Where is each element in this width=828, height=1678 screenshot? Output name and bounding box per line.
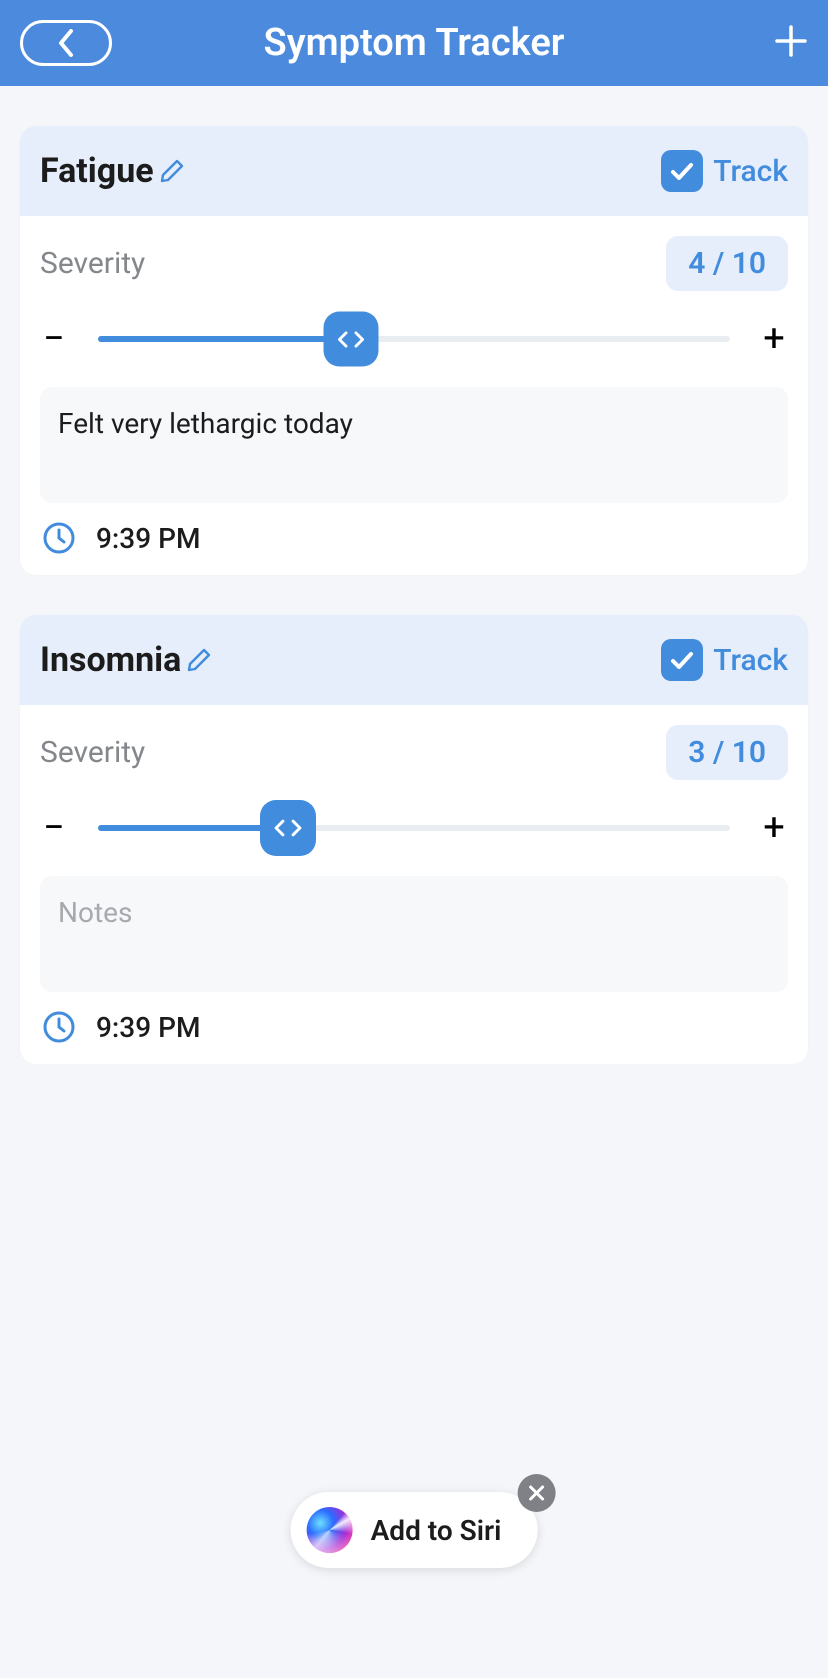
app-header: Symptom Tracker bbox=[0, 0, 828, 86]
symptom-name: Insomnia bbox=[40, 640, 181, 680]
severity-slider-row: − + bbox=[40, 806, 788, 850]
symptom-time: 9:39 PM bbox=[96, 522, 200, 555]
symptom-time: 9:39 PM bbox=[96, 1011, 200, 1044]
severity-slider-thumb[interactable] bbox=[323, 312, 378, 367]
edit-symptom-button[interactable] bbox=[185, 646, 213, 674]
symptom-card: Insomnia Track Severity 3 / 10 − bbox=[20, 615, 808, 1064]
symptom-card: Fatigue Track Severity 4 / 10 − bbox=[20, 126, 808, 575]
severity-row: Severity 3 / 10 bbox=[40, 725, 788, 780]
check-icon bbox=[668, 646, 696, 674]
severity-value-badge: 3 / 10 bbox=[666, 725, 788, 780]
time-row[interactable]: 9:39 PM bbox=[40, 521, 788, 555]
symptom-card-body: Severity 3 / 10 − + 9:39 bbox=[20, 705, 808, 1064]
severity-slider-track[interactable] bbox=[98, 336, 730, 342]
chevron-left-icon bbox=[57, 29, 75, 57]
notes-input[interactable] bbox=[58, 896, 770, 968]
increase-severity-button[interactable]: + bbox=[760, 317, 788, 361]
track-toggle-wrap: Track bbox=[661, 639, 788, 681]
slider-grip-icon bbox=[334, 327, 367, 351]
siri-label: Add to Siri bbox=[371, 1514, 502, 1547]
severity-value-badge: 4 / 10 bbox=[666, 236, 788, 291]
symptom-card-header: Insomnia Track bbox=[20, 615, 808, 705]
severity-slider-row: − + bbox=[40, 317, 788, 361]
decrease-severity-button[interactable]: − bbox=[40, 806, 68, 850]
track-label: Track bbox=[713, 154, 788, 189]
siri-close-button[interactable] bbox=[517, 1474, 555, 1512]
clock-icon bbox=[42, 1010, 76, 1044]
symptom-name: Fatigue bbox=[40, 151, 154, 191]
edit-symptom-button[interactable] bbox=[158, 157, 186, 185]
severity-slider-thumb[interactable] bbox=[260, 800, 316, 856]
severity-slider-track[interactable] bbox=[98, 825, 730, 831]
notes-box: Felt very lethargic today bbox=[40, 387, 788, 503]
severity-label: Severity bbox=[40, 246, 145, 281]
time-row[interactable]: 9:39 PM bbox=[40, 1010, 788, 1044]
page-title: Symptom Tracker bbox=[264, 21, 565, 65]
severity-row: Severity 4 / 10 bbox=[40, 236, 788, 291]
add-to-siri-button[interactable]: Add to Siri bbox=[291, 1492, 538, 1568]
decrease-severity-button[interactable]: − bbox=[40, 317, 68, 361]
track-checkbox[interactable] bbox=[661, 150, 703, 192]
content-area: Fatigue Track Severity 4 / 10 − bbox=[0, 86, 828, 1064]
track-label: Track bbox=[713, 643, 788, 678]
severity-label: Severity bbox=[40, 735, 145, 770]
plus-icon bbox=[774, 24, 808, 58]
symptom-card-body: Severity 4 / 10 − + Felt very lethargic … bbox=[20, 216, 808, 575]
siri-icon bbox=[307, 1507, 353, 1553]
check-icon bbox=[668, 157, 696, 185]
close-icon bbox=[527, 1484, 545, 1502]
pencil-icon bbox=[158, 157, 186, 185]
symptom-title-wrap: Fatigue bbox=[40, 151, 186, 191]
symptom-title-wrap: Insomnia bbox=[40, 640, 213, 680]
slider-grip-icon bbox=[271, 816, 305, 840]
severity-slider-fill bbox=[98, 336, 351, 342]
notes-input[interactable]: Felt very lethargic today bbox=[58, 407, 770, 479]
increase-severity-button[interactable]: + bbox=[760, 806, 788, 850]
track-toggle-wrap: Track bbox=[661, 150, 788, 192]
add-button[interactable] bbox=[774, 24, 808, 62]
back-button[interactable] bbox=[20, 20, 112, 66]
pencil-icon bbox=[185, 646, 213, 674]
notes-box bbox=[40, 876, 788, 992]
symptom-card-header: Fatigue Track bbox=[20, 126, 808, 216]
clock-icon bbox=[42, 521, 76, 555]
track-checkbox[interactable] bbox=[661, 639, 703, 681]
